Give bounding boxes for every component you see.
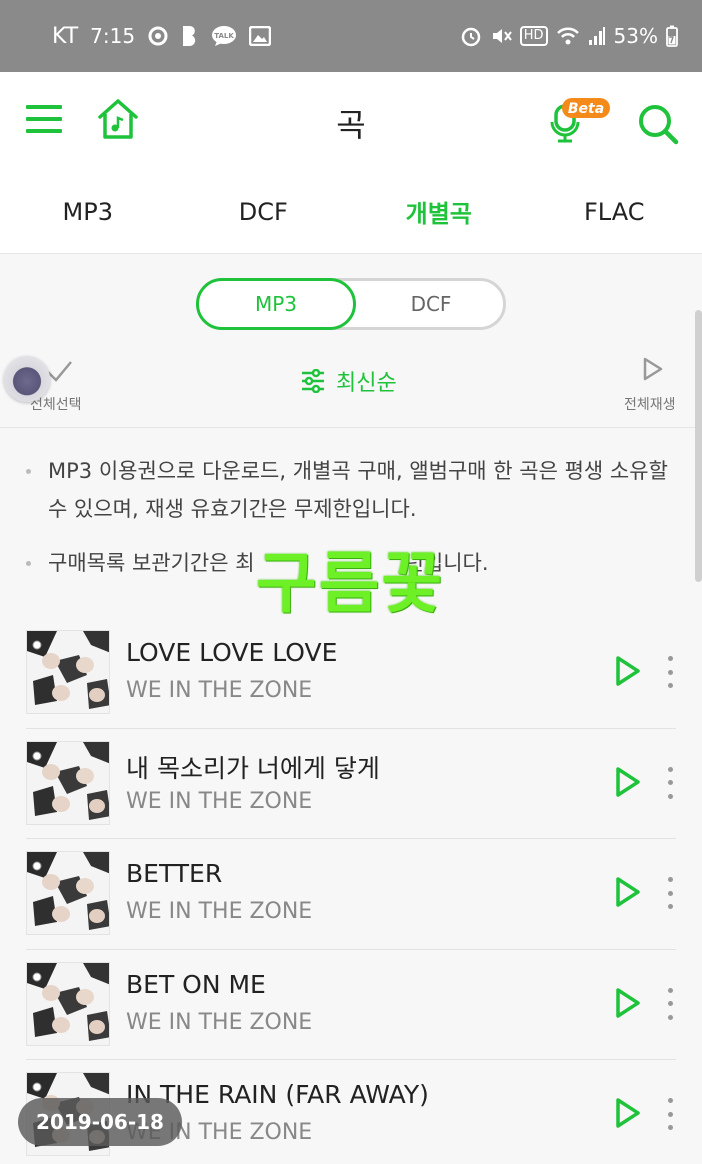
tab-mp3[interactable]: MP3: [0, 170, 176, 253]
app-bar: 곡 Beta: [0, 72, 702, 170]
play-icon[interactable]: [614, 1096, 642, 1130]
play-icon[interactable]: [614, 875, 642, 909]
alarm-icon: [460, 25, 482, 47]
song-title: BET ON ME: [126, 969, 266, 999]
watermark-text: 구름꽃: [256, 545, 445, 622]
song-title: LOVE LOVE LOVE: [126, 638, 338, 667]
svg-text:TALK: TALK: [214, 32, 234, 40]
song-row[interactable]: BET ON ME WE IN THE ZONE: [26, 950, 678, 1060]
song-artist: WE IN THE ZONE: [126, 899, 313, 924]
b-app-notification-icon: [181, 25, 199, 47]
microphone-icon: Beta: [550, 98, 610, 143]
talk-notification-icon: TALK: [211, 25, 237, 47]
battery-charging-icon: [666, 25, 678, 47]
notice-item: MP3 이용권으로 다운로드, 개별곡 구매, 앨범구매 한 곡은 평생 소유할…: [24, 452, 674, 528]
play-icon[interactable]: [614, 986, 642, 1020]
sort-button[interactable]: 최신순: [300, 364, 397, 398]
album-cover[interactable]: [26, 851, 110, 935]
wifi-icon: [556, 26, 580, 46]
battery-percent: 53%: [613, 24, 658, 48]
status-bar: KT 7:15 TALK HD 53%: [0, 0, 702, 72]
song-artist: WE IN THE ZONE: [126, 788, 313, 814]
song-row[interactable]: BETTER WE IN THE ZONE: [26, 839, 676, 950]
filter-sliders-icon: [302, 369, 324, 393]
floating-assistant-button[interactable]: [4, 356, 50, 402]
song-row[interactable]: LOVE LOVE LOVE WE IN THE ZONE: [26, 618, 676, 729]
search-icon[interactable]: [636, 102, 680, 146]
hd-voice-icon: HD: [519, 26, 548, 46]
segment-dcf[interactable]: DCF: [351, 278, 511, 330]
more-options-icon[interactable]: [662, 766, 678, 799]
more-options-icon[interactable]: [662, 1098, 678, 1130]
song-list: LOVE LOVE LOVE WE IN THE ZONE 내 목소리가 너에게…: [26, 618, 676, 1164]
list-toolbar: 전체선택 최신순 전체재생: [0, 350, 702, 428]
format-tabs: MP3 DCF 개별곡 FLAC: [0, 170, 702, 254]
clock: 7:15: [90, 24, 136, 48]
voice-search-button[interactable]: Beta: [548, 96, 612, 144]
song-artist: WE IN THE ZONE: [126, 1009, 313, 1035]
more-options-icon[interactable]: [662, 877, 678, 909]
more-options-icon[interactable]: [662, 656, 678, 688]
play-all-label: 전체재생: [624, 397, 676, 413]
date-stamp: 2019-06-18: [18, 1098, 182, 1146]
carrier-label: KT: [52, 23, 79, 49]
song-title: 내 목소리가 너에게 닿게: [126, 753, 380, 783]
sort-label: 최신순: [336, 371, 397, 396]
segment-mp3[interactable]: MP3: [196, 278, 356, 330]
bullet: [26, 561, 31, 566]
tab-dcf[interactable]: DCF: [176, 170, 352, 253]
song-row[interactable]: 내 목소리가 너에게 닿게 WE IN THE ZONE: [26, 729, 678, 839]
bullet: [26, 469, 31, 474]
tab-flac[interactable]: FLAC: [527, 170, 702, 253]
format-segment-control: MP3 DCF: [196, 278, 506, 330]
settings-notification-icon: [147, 25, 169, 47]
play-outline-icon: [643, 357, 663, 381]
album-cover[interactable]: [26, 630, 110, 714]
song-title: BETTER: [126, 859, 223, 888]
scrollbar[interactable]: [695, 310, 702, 582]
signal-icon: [588, 26, 606, 46]
album-cover[interactable]: [26, 961, 110, 1046]
menu-icon[interactable]: [26, 104, 62, 134]
play-icon[interactable]: [614, 654, 642, 688]
notice-text: MP3 이용권으로 다운로드, 개별곡 구매, 앨범구매 한 곡은 평생 소유할…: [48, 459, 668, 521]
music-home-icon[interactable]: [96, 98, 140, 140]
song-artist: WE IN THE ZONE: [126, 678, 313, 703]
play-icon[interactable]: [614, 765, 642, 799]
play-all-button[interactable]: 전체재생: [620, 356, 684, 416]
mute-icon: [490, 25, 512, 47]
beta-badge: Beta: [568, 101, 604, 117]
notice-text-start: 구매목록 보관기간은 최: [48, 551, 255, 575]
gallery-notification-icon: [249, 26, 272, 46]
more-options-icon[interactable]: [662, 987, 678, 1020]
album-cover[interactable]: [26, 740, 110, 825]
tab-individual-songs[interactable]: 개별곡: [351, 170, 527, 253]
